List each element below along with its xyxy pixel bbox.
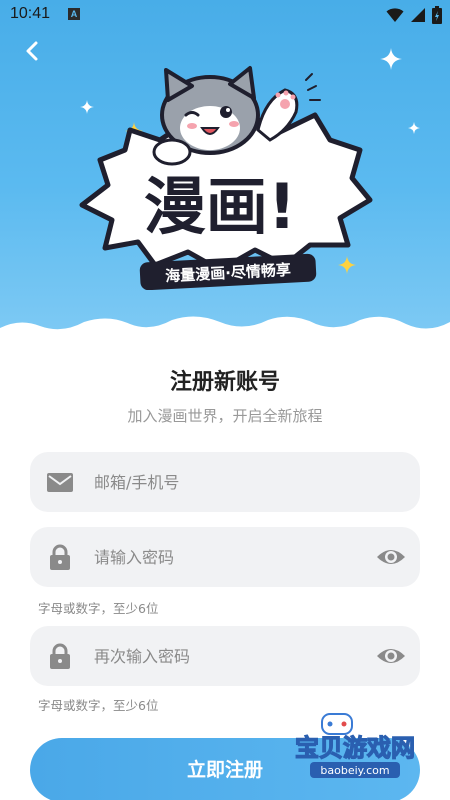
sparkle-icon bbox=[380, 48, 402, 70]
cat-mascot-logo: 漫画! 海量漫画·尽情畅享 bbox=[79, 66, 373, 290]
page-subtitle: 加入漫画世界，开启全新旅程 bbox=[127, 407, 323, 425]
mail-icon bbox=[47, 473, 73, 492]
battery-icon bbox=[432, 6, 442, 24]
hero-banner: 10:41 A 漫画! 海量漫画·尽情畅享 bbox=[0, 0, 450, 340]
email-field-container[interactable] bbox=[30, 452, 420, 512]
wave-divider bbox=[0, 316, 450, 340]
password-field-container[interactable] bbox=[30, 527, 420, 587]
wifi-icon bbox=[386, 8, 404, 22]
status-icons bbox=[386, 6, 442, 24]
confirm-password-hint: 字母或数字，至少6位 bbox=[38, 698, 159, 713]
lock-icon bbox=[50, 544, 70, 570]
watermark-logo: 宝贝游戏网 baobeiy.com bbox=[294, 713, 416, 778]
page-title: 注册新账号 bbox=[169, 370, 280, 395]
confirm-password-field-container[interactable] bbox=[30, 626, 420, 686]
password-hint: 字母或数字，至少6位 bbox=[38, 601, 159, 616]
notification-icon: A bbox=[68, 8, 80, 20]
password-input[interactable] bbox=[94, 527, 364, 587]
status-bar: 10:41 A bbox=[0, 0, 450, 30]
status-time: 10:41 bbox=[10, 5, 51, 22]
show-password-icon[interactable] bbox=[376, 642, 406, 670]
sparkle-icon bbox=[408, 122, 420, 134]
logo-text: 漫画! bbox=[144, 170, 296, 243]
watermark-brand: 宝贝游戏网 bbox=[295, 734, 415, 762]
confirm-password-input[interactable] bbox=[94, 626, 364, 686]
lock-icon bbox=[50, 643, 70, 669]
back-button[interactable] bbox=[18, 36, 48, 66]
watermark-url: baobeiy.com bbox=[320, 764, 389, 777]
show-password-icon[interactable] bbox=[376, 543, 406, 571]
signal-icon bbox=[411, 8, 425, 22]
email-input[interactable] bbox=[94, 452, 364, 512]
